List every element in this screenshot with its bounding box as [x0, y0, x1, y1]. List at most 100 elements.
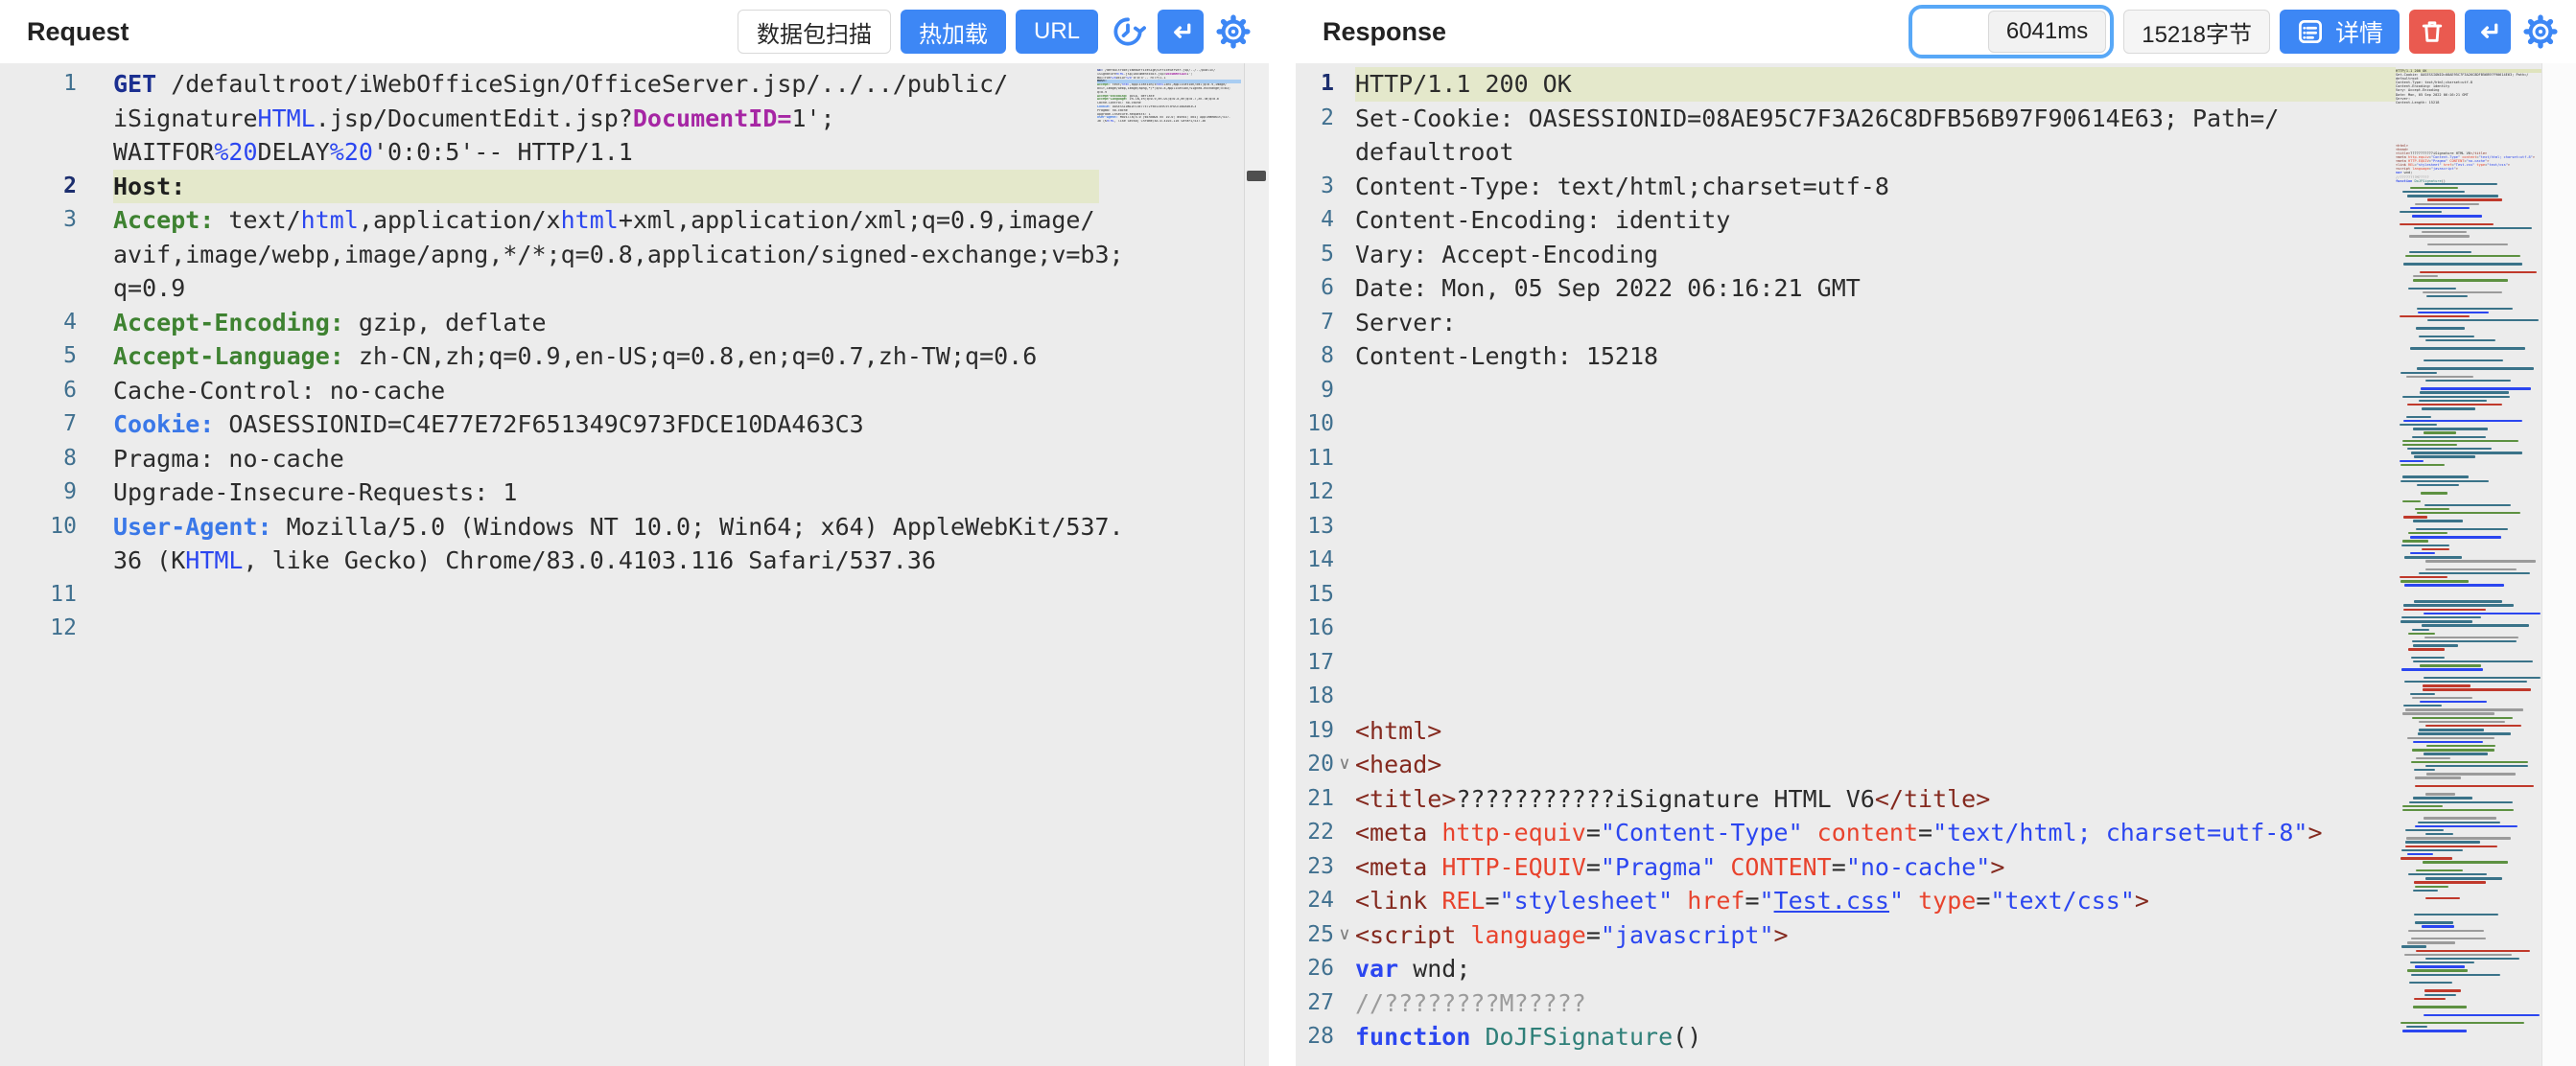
code-line-text: <meta http-equiv="Content-Type" content=… [1355, 816, 2396, 850]
line-number: 1 [1296, 67, 1334, 102]
line-number: 4 [1296, 203, 1334, 238]
line-number: 27 [1296, 986, 1334, 1021]
code-line-text: <html> [1355, 714, 2396, 749]
line-number: 3 [0, 203, 77, 238]
code-line-text: Accept-Encoding: gzip, deflate [113, 306, 1099, 340]
code-row: 10User-Agent: Mozilla/5.0 (Windows NT 10… [0, 510, 1269, 545]
response-code: 1HTTP/1.1 200 OK2Set-Cookie: OASESSIONID… [1296, 67, 2576, 1054]
line-number: 21 [1296, 782, 1334, 817]
line-number: 10 [1296, 407, 1334, 442]
code-row: 14 [1296, 544, 2576, 578]
code-line-text: Cache-Control: no-cache [113, 374, 1099, 408]
line-number: 16 [1296, 612, 1334, 646]
response-scrollbar[interactable] [2541, 63, 2576, 1066]
code-row: 2Host: [0, 170, 1269, 204]
code-line-text: Content-Type: text/html;charset=utf-8 [1355, 170, 2396, 204]
code-line-text: Host: [113, 170, 1099, 204]
url-button[interactable]: URL [1016, 10, 1098, 54]
enter-button[interactable] [1158, 10, 1204, 54]
code-row: 24<link REL="stylesheet" href="Test.css"… [1296, 884, 2576, 918]
enter-icon [2473, 17, 2502, 46]
hot-reload-button[interactable]: 热加载 [901, 10, 1006, 54]
code-row: 27 //????????M????? [1296, 986, 2576, 1021]
gear-icon[interactable] [2520, 12, 2561, 52]
line-number: 26 [1296, 952, 1334, 986]
line-number: 6 [0, 374, 77, 408]
code-row: 19 <html> [1296, 714, 2576, 749]
line-number: 4 [0, 306, 77, 340]
code-line-text: HTTP/1.1 200 OK [1355, 67, 2396, 102]
code-line-text: Content-Length: 15218 [1355, 339, 2396, 374]
line-number: 28 [1296, 1020, 1334, 1054]
code-line-text: Pragma: no-cache [113, 442, 1099, 476]
code-row: 36 (KHTML, like Gecko) Chrome/83.0.4103.… [0, 544, 1269, 578]
size-badge: 15218字节 [2123, 10, 2270, 54]
code-row: 22 <meta http-equiv="Content-Type" conten… [1296, 816, 2576, 850]
fold-chevron-icon[interactable]: ∨ [1334, 748, 1355, 779]
code-line-text: <title>???????????iSignature HTML V6</ti… [1355, 782, 2396, 817]
response-minimap[interactable]: HTTP/1.1 200 OKSet-Cookie: OASESSIONID=0… [2396, 69, 2541, 1066]
line-number: 7 [0, 407, 77, 442]
code-row: 18 [1296, 680, 2576, 714]
code-row: 5 Vary: Accept-Encoding [1296, 238, 2576, 272]
response-editor[interactable]: 1HTTP/1.1 200 OK2Set-Cookie: OASESSIONID… [1296, 63, 2576, 1066]
line-number: 23 [1296, 850, 1334, 885]
code-line-text: <head> [1355, 748, 2396, 782]
code-row: defaultroot [1296, 135, 2576, 170]
response-panel: Response 6041ms 15218字节 详情 [1296, 0, 2576, 1066]
code-line-text: <link REL="stylesheet" href="Test.css" t… [1355, 884, 2396, 918]
line-number: 11 [0, 578, 77, 613]
gear-icon[interactable] [1213, 12, 1253, 52]
code-line-text: //????????M????? [1355, 986, 2396, 1021]
response-title: Response [1323, 17, 1446, 47]
line-number: 22 [1296, 816, 1334, 850]
request-scrollbar-thumb[interactable] [1247, 171, 1266, 181]
line-number: 5 [1296, 238, 1334, 272]
request-scrollbar[interactable] [1244, 63, 1269, 1066]
line-number: 18 [1296, 680, 1334, 714]
code-row: 17 [1296, 646, 2576, 681]
request-title: Request [27, 17, 129, 47]
code-line-text: Vary: Accept-Encoding [1355, 238, 2396, 272]
packet-scan-button[interactable]: 数据包扫描 [738, 10, 891, 54]
code-row: 25∨<script language="javascript"> [1296, 918, 2576, 953]
enter-icon [1166, 17, 1195, 46]
line-number: 19 [1296, 714, 1334, 749]
request-code: 1GET /defaultroot/iWebOfficeSign/OfficeS… [0, 67, 1269, 646]
details-button-label: 详情 [2335, 14, 2383, 49]
code-row: 26 var wnd; [1296, 952, 2576, 986]
history-icon[interactable] [1108, 12, 1148, 52]
code-row: 3Content-Type: text/html;charset=utf-8 [1296, 170, 2576, 204]
line-number: 6 [1296, 271, 1334, 306]
code-row: 21 <title>???????????iSignature HTML V6</… [1296, 782, 2576, 817]
code-row: 8 Pragma: no-cache [0, 442, 1269, 476]
response-header: Response 6041ms 15218字节 详情 [1296, 0, 2576, 63]
request-header: Request 数据包扫描 热加载 URL [0, 0, 1269, 63]
code-line-text: var wnd; [1355, 952, 2396, 986]
code-line-text: 36 (KHTML, like Gecko) Chrome/83.0.4103.… [113, 544, 1099, 578]
code-line-text: iSignatureHTML.jsp/DocumentEdit.jsp?Docu… [113, 102, 1099, 136]
fold-chevron-icon[interactable]: ∨ [1334, 918, 1355, 950]
code-row: iSignatureHTML.jsp/DocumentEdit.jsp?Docu… [0, 102, 1269, 136]
code-line-text: Accept: text/html,application/xhtml+xml,… [113, 203, 1099, 238]
request-editor[interactable]: 1GET /defaultroot/iWebOfficeSign/OfficeS… [0, 63, 1269, 1066]
details-button[interactable]: 详情 [2280, 10, 2400, 54]
trash-icon [2418, 17, 2447, 46]
code-line-text: Content-Encoding: identity [1355, 203, 2396, 238]
code-row: 12 [0, 612, 1269, 646]
response-header-actions: 6041ms 15218字节 详情 [1909, 5, 2561, 58]
code-row: 5Accept-Language: zh-CN,zh;q=0.9,en-US;q… [0, 339, 1269, 374]
code-row: 3 Accept: text/html,application/xhtml+xml… [0, 203, 1269, 238]
code-row: 11 [0, 578, 1269, 613]
request-minimap[interactable]: GET /defaultroot/iWebOfficeSign/OfficeSe… [1097, 69, 1241, 155]
code-row: 16 [1296, 612, 2576, 646]
line-number: 8 [0, 442, 77, 476]
code-line-text: Server: [1355, 306, 2396, 340]
code-row: 9 [1296, 374, 2576, 408]
code-line-text: Date: Mon, 05 Sep 2022 06:16:21 GMT [1355, 271, 2396, 306]
line-number: 9 [1296, 374, 1334, 408]
enter-button[interactable] [2465, 10, 2511, 54]
code-line-text: Upgrade-Insecure-Requests: 1 [113, 475, 1099, 510]
delete-button[interactable] [2409, 10, 2455, 54]
line-number: 12 [0, 612, 77, 646]
